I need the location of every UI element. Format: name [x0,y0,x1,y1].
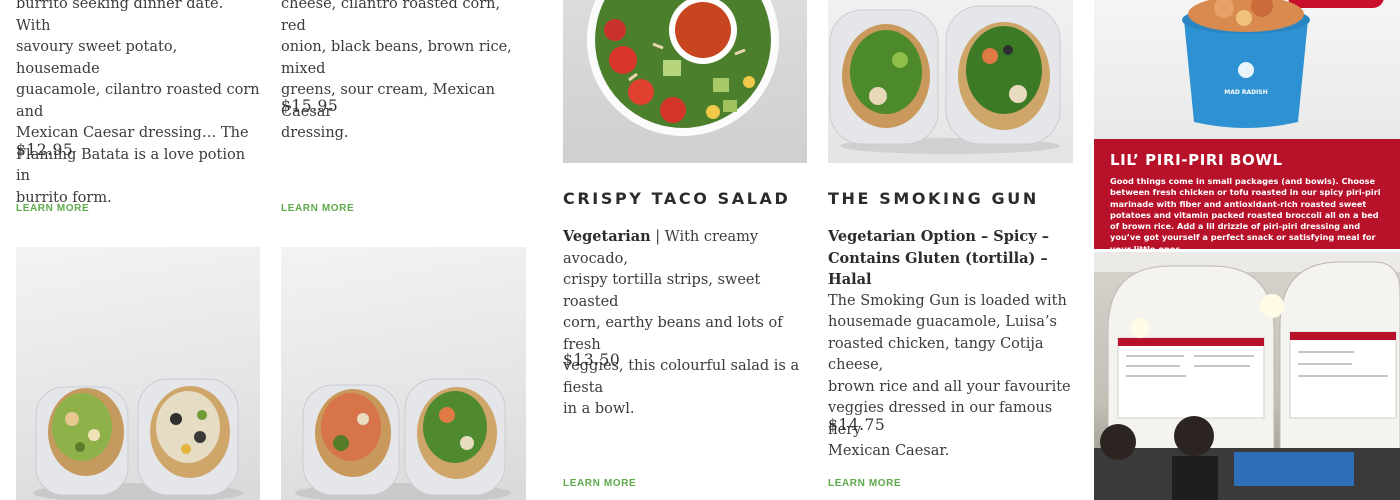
flaming-batata-price: $12.95 [16,141,74,159]
store-interior-photo[interactable] [1094,252,1400,500]
burrito-half-left [829,9,939,145]
flaming-batata-learn-more-link[interactable]: LEARN MORE [16,203,89,214]
second-burrito-price: $15.95 [281,97,339,115]
smoking-gun-title: THE SMOKING GUN [828,189,1039,208]
taco-salad-photo[interactable] [563,0,807,163]
salad-bowl-image [587,0,779,136]
burrito-half-right [945,5,1061,145]
second-burrito-learn-more-link[interactable]: LEARN MORE [281,203,354,214]
desc-line: crispy tortilla strips, sweet roasted [563,272,761,310]
crispy-taco-salad-description: Vegetarian | With creamy avocado, crispy… [563,226,813,421]
promo-bowl-image[interactable]: MAD RADISH [1094,0,1400,139]
smoking-gun-photo[interactable] [828,0,1073,163]
desc-line: Mexican Caesar. [828,443,950,459]
desc-line: in a bowl. [563,401,635,417]
promo-banner[interactable]: LIL’ PIRI-PIRI BOWL Good things come in … [1094,139,1400,249]
burrito-photo-1[interactable] [16,247,260,500]
smoking-gun-price: $14.75 [828,416,886,434]
burrito-half-right [404,378,506,496]
promo-description: Good things come in small packages (and … [1110,176,1381,249]
promo-title: LIL’ PIRI-PIRI BOWL [1110,151,1283,169]
burrito-image [829,5,1061,154]
desc-line: The Smoking Gun is loaded with [828,292,1067,309]
desc-line: corn, earthy beans and lots of fresh [563,315,783,353]
desc-line: burrito seeking dinner date. With [16,0,224,34]
desc-line: cheese, cilantro roasted corn, red [281,0,501,34]
second-burrito-description: cheese, cilantro roasted corn, red onion… [281,0,526,145]
crispy-taco-salad-learn-more-link[interactable]: LEARN MORE [563,478,636,489]
crispy-taco-salad-price: $13.50 [563,351,621,369]
crispy-taco-salad-title: CRISPY TACO SALAD [563,189,791,208]
desc-line: dressing. [281,125,349,141]
desc-line: Vegetarian | With creamy avocado, [563,226,813,270]
burrito-half-left [35,386,129,496]
restaurant-counter-image [1094,252,1400,500]
burrito-half-right [137,378,239,496]
dietary-tags-line: Contains Gluten (tortilla) – Halal [828,249,1048,289]
desc-line: housemade guacamole, Luisa’s [828,314,1057,330]
burrito-photo-2[interactable] [281,247,526,500]
flaming-batata-description: burrito seeking dinner date. With savour… [16,0,261,209]
burrito-image [33,378,243,500]
piri-piri-bowl-illustration: MAD RADISH [1182,0,1384,128]
desc-line: onion, black beans, brown rice, mixed [281,39,512,77]
dietary-tags-line: Vegetarian Option – Spicy – [828,228,1049,245]
vegetarian-tag: Vegetarian [563,228,651,245]
desc-line: guacamole, cilantro roasted corn and [16,82,260,120]
smoking-gun-learn-more-link[interactable]: LEARN MORE [828,478,901,489]
promo-badge [1288,0,1384,8]
desc-line: roasted chicken, tangy Cotija cheese, [828,335,1044,374]
desc-line: savoury sweet potato, housemade [16,39,178,77]
cup-brand-text: MAD RADISH [1224,89,1268,96]
burrito-image [295,378,511,500]
burrito-half-left [302,384,400,496]
desc-line: brown rice and all your favourite [828,378,1071,395]
